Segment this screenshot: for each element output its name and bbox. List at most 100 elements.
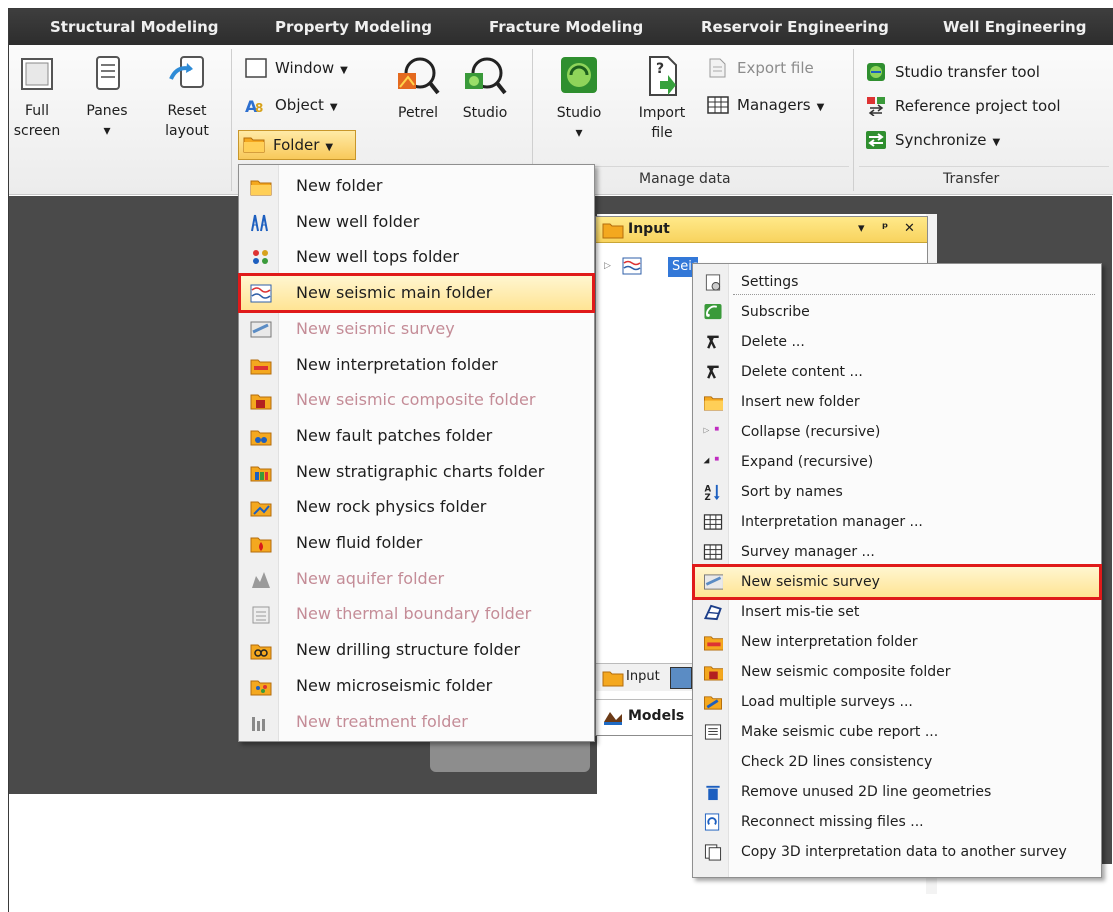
studio-transfer-tool-button[interactable]: Studio transfer tool [861, 59, 1091, 85]
export-file-icon [709, 58, 726, 78]
subscribe-icon [704, 303, 722, 320]
tab-input[interactable]: Input [626, 669, 660, 684]
context-item-subscribe[interactable]: Subscribe [695, 297, 1099, 327]
context-item-remove-unused-2d-line-geometries[interactable]: Remove unused 2D line geometries [695, 777, 1099, 807]
object-dropdown[interactable]: A8 Object ▼ [241, 92, 371, 118]
context-item-expand-recursive[interactable]: ◢ Expand (recursive) [695, 447, 1099, 477]
context-item-label: Sort by names [741, 484, 843, 500]
studio-search-button[interactable]: Studio [455, 55, 515, 123]
context-item-insert-mis-tie-set[interactable]: Insert mis-tie set [695, 597, 1099, 627]
svg-text:▷: ▷ [704, 425, 710, 434]
context-item-sort-by-names[interactable]: A Z Sort by names [695, 477, 1099, 507]
studio-dropdown-button[interactable]: Studio ▾ [549, 55, 609, 143]
menu-item-new-aquifer-folder[interactable]: New aquifer folder [241, 562, 592, 596]
menu-item-new-microseismic-folder[interactable]: New microseismic folder [241, 669, 592, 703]
context-item-label: Delete content ... [741, 364, 863, 380]
synchronize-dropdown[interactable]: Synchronize ▼ [861, 127, 1041, 153]
context-item-copy-3d-interpretation-data-to-another-survey[interactable]: Copy 3D interpretation data to another s… [695, 837, 1099, 867]
menu-item-new-fault-patches-folder[interactable]: New fault patches folder [241, 419, 592, 453]
context-item-delete[interactable]: Delete ... [695, 327, 1099, 357]
context-item-label: Insert new folder [741, 394, 860, 410]
tab-property-modeling[interactable]: Property Modeling [275, 9, 432, 45]
context-item-new-seismic-survey[interactable]: New seismic survey [692, 564, 1102, 600]
menu-item-label: New thermal boundary folder [296, 604, 532, 624]
sort-az-icon: AZ [704, 485, 720, 501]
group-separator [853, 49, 854, 191]
close-icon[interactable]: ✕ [904, 221, 915, 236]
context-item-label: Expand (recursive) [741, 454, 874, 470]
object-label: Object [275, 96, 324, 114]
expand-arrow-icon[interactable]: ▷ [604, 261, 611, 271]
chevron-down-icon[interactable]: ▾ [858, 221, 865, 236]
tab-structural-modeling[interactable]: Structural Modeling [50, 9, 219, 45]
tab-fracture-modeling[interactable]: Fracture Modeling [489, 9, 643, 45]
synchronize-label: Synchronize [895, 131, 987, 149]
menu-item-new-seismic-composite-folder[interactable]: New seismic composite folder [241, 383, 592, 417]
reset-layout-label-2: layout [165, 123, 209, 139]
svg-text:8: 8 [255, 101, 263, 115]
menu-item-new-treatment-folder[interactable]: New treatment folder [241, 705, 592, 739]
context-item-reconnect-missing-files[interactable]: Reconnect missing files ... [695, 807, 1099, 837]
context-item-make-seismic-cube-report[interactable]: Make seismic cube report ... [695, 717, 1099, 747]
folder-icon [243, 137, 265, 153]
menu-item-new-seismic-main-folder[interactable]: New seismic main folder [238, 273, 595, 314]
tree-expand-row[interactable]: ▷ [604, 257, 642, 277]
context-item-insert-new-folder[interactable]: Insert new folder [695, 387, 1099, 417]
models-label: Models [628, 708, 685, 724]
menu-item-new-stratigraphic-charts-folder[interactable]: New stratigraphic charts folder [241, 455, 592, 489]
menu-item-new-interpretation-folder[interactable]: New interpretation folder [241, 348, 592, 382]
pin-icon[interactable]: ᵖ [882, 221, 888, 236]
context-item-settings[interactable]: Settings [695, 267, 1099, 297]
import-file-button[interactable]: ? Import file [631, 55, 693, 143]
context-item-interpretation-manager[interactable]: Interpretation manager ... [695, 507, 1099, 537]
tab-other-icon[interactable] [670, 667, 692, 689]
panes-button[interactable]: Panes ▾ [83, 55, 131, 141]
context-item-new-interpretation-folder[interactable]: New interpretation folder [695, 627, 1099, 657]
menu-item-new-folder[interactable]: New folder [241, 169, 592, 203]
context-item-label: Make seismic cube report ... [741, 724, 939, 740]
menu-item-new-drilling-structure-folder[interactable]: New drilling structure folder [241, 633, 592, 667]
import-file-label-2: file [651, 125, 673, 141]
import-file-icon: ? [649, 56, 677, 96]
tab-well-engineering[interactable]: Well Engineering [943, 9, 1086, 45]
group-separator [231, 49, 232, 191]
workspace-area-top [597, 196, 1112, 214]
export-file-button[interactable]: Export file [703, 55, 843, 81]
petrel-button[interactable]: Petrel [391, 55, 445, 123]
context-item-collapse-recursive[interactable]: ▷ Collapse (recursive) [695, 417, 1099, 447]
folder-dropdown[interactable]: Folder ▼ [238, 130, 356, 160]
context-item-load-multiple-surveys[interactable]: Load multiple surveys ... [695, 687, 1099, 717]
reset-layout-label-1: Reset [167, 103, 207, 119]
full-screen-label-2: screen [13, 123, 61, 139]
menu-item-new-thermal-boundary-folder[interactable]: New thermal boundary folder [241, 597, 592, 631]
reference-project-tool-button[interactable]: Reference project tool [861, 93, 1101, 119]
menu-item-new-rock-physics-folder[interactable]: New rock physics folder [241, 490, 592, 524]
menu-item-label: New microseismic folder [296, 675, 493, 695]
menu-item-new-well-tops-folder[interactable]: New well tops folder [241, 240, 592, 274]
seismic-composite-icon [704, 666, 723, 681]
drilling-structure-icon [250, 644, 272, 660]
folder-dropdown-menu: New folder New well folder New well tops f… [238, 164, 595, 742]
context-item-new-seismic-composite-folder[interactable]: New seismic composite folder [695, 657, 1099, 687]
full-screen-label-1: Full [25, 103, 49, 119]
trash-icon [706, 785, 720, 801]
context-item-delete-content[interactable]: Delete content ... [695, 357, 1099, 387]
context-item-survey-manager[interactable]: Survey manager ... [695, 537, 1099, 567]
import-file-label-1: Import [638, 105, 686, 121]
menu-item-new-well-folder[interactable]: New well folder [241, 205, 592, 239]
full-screen-button[interactable]: Full screen [9, 55, 65, 141]
svg-text:Z: Z [704, 493, 710, 501]
context-item-check-2d-lines-consistency[interactable]: Check 2D lines consistency [695, 747, 1099, 777]
petrel-label: Petrel [398, 105, 438, 121]
menu-item-label: New stratigraphic charts folder [296, 461, 545, 481]
reset-layout-button[interactable]: Reset layout [159, 55, 215, 141]
tab-reservoir-engineering[interactable]: Reservoir Engineering [701, 9, 889, 45]
delete-content-icon [707, 365, 719, 379]
studio-dropdown-caret: ▾ [575, 125, 583, 141]
window-dropdown[interactable]: Window ▼ [241, 55, 371, 81]
menu-item-new-seismic-survey[interactable]: New seismic survey [241, 312, 592, 346]
menu-item-label: New interpretation folder [296, 354, 498, 374]
menu-item-new-fluid-folder[interactable]: New fluid folder [241, 526, 592, 560]
managers-dropdown[interactable]: Managers ▼ [703, 92, 853, 118]
menu-item-label: New drilling structure folder [296, 640, 521, 660]
